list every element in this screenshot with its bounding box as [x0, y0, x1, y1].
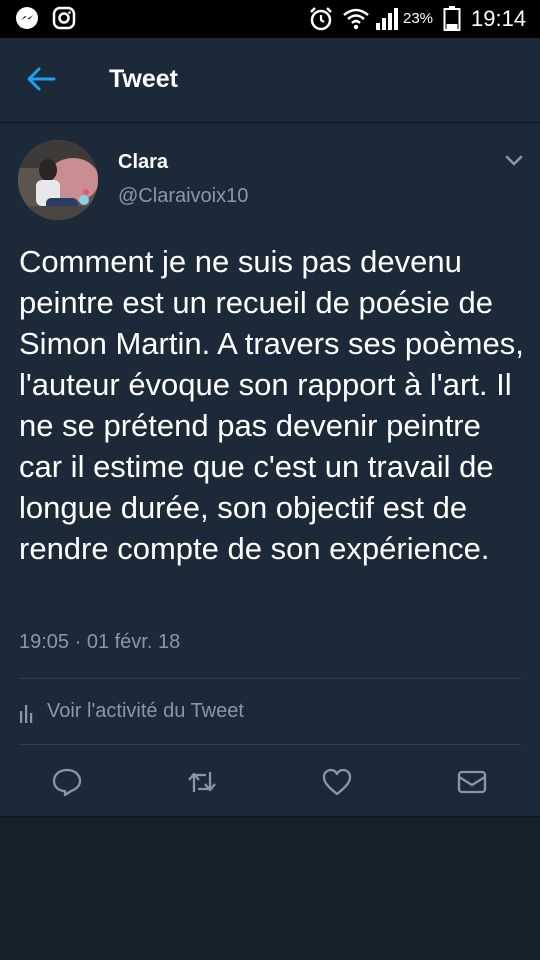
tweet-card: Clara @Claraivoix10 Comment je ne suis p… [0, 123, 540, 817]
signal-icon [374, 6, 402, 37]
status-bar: 23% 19:14 [0, 0, 540, 38]
divider [19, 678, 521, 679]
alarm-icon [308, 6, 334, 37]
instagram-icon [52, 6, 76, 35]
tweet-timestamp: 19:05 · 01 févr. 18 [19, 631, 181, 653]
direct-message-icon[interactable] [456, 766, 488, 798]
screen: 23% 19:14 Tweet Clara @Claraivoix10 Comm… [0, 0, 540, 960]
divider [19, 744, 521, 745]
tweet-text: Comment je ne suis pas devenu peintre es… [19, 244, 524, 566]
retweet-icon[interactable] [186, 766, 218, 798]
battery-percent: 23% [403, 10, 434, 27]
author-handle[interactable]: @Claraivoix10 [118, 185, 248, 208]
chevron-down-icon[interactable] [505, 154, 523, 172]
reply-icon[interactable] [51, 766, 83, 798]
battery-icon [443, 6, 461, 37]
activity-label: Voir l'activité du Tweet [47, 700, 244, 722]
back-arrow-icon[interactable] [26, 66, 56, 97]
wifi-icon [342, 6, 370, 37]
page-title: Tweet [109, 65, 178, 93]
app-header: Tweet [0, 38, 540, 123]
status-time: 19:14 [471, 6, 527, 31]
author-name[interactable]: Clara [118, 151, 168, 174]
like-icon[interactable] [321, 766, 353, 798]
analytics-icon [19, 703, 35, 728]
avatar[interactable] [18, 140, 98, 220]
messenger-icon [14, 6, 40, 37]
